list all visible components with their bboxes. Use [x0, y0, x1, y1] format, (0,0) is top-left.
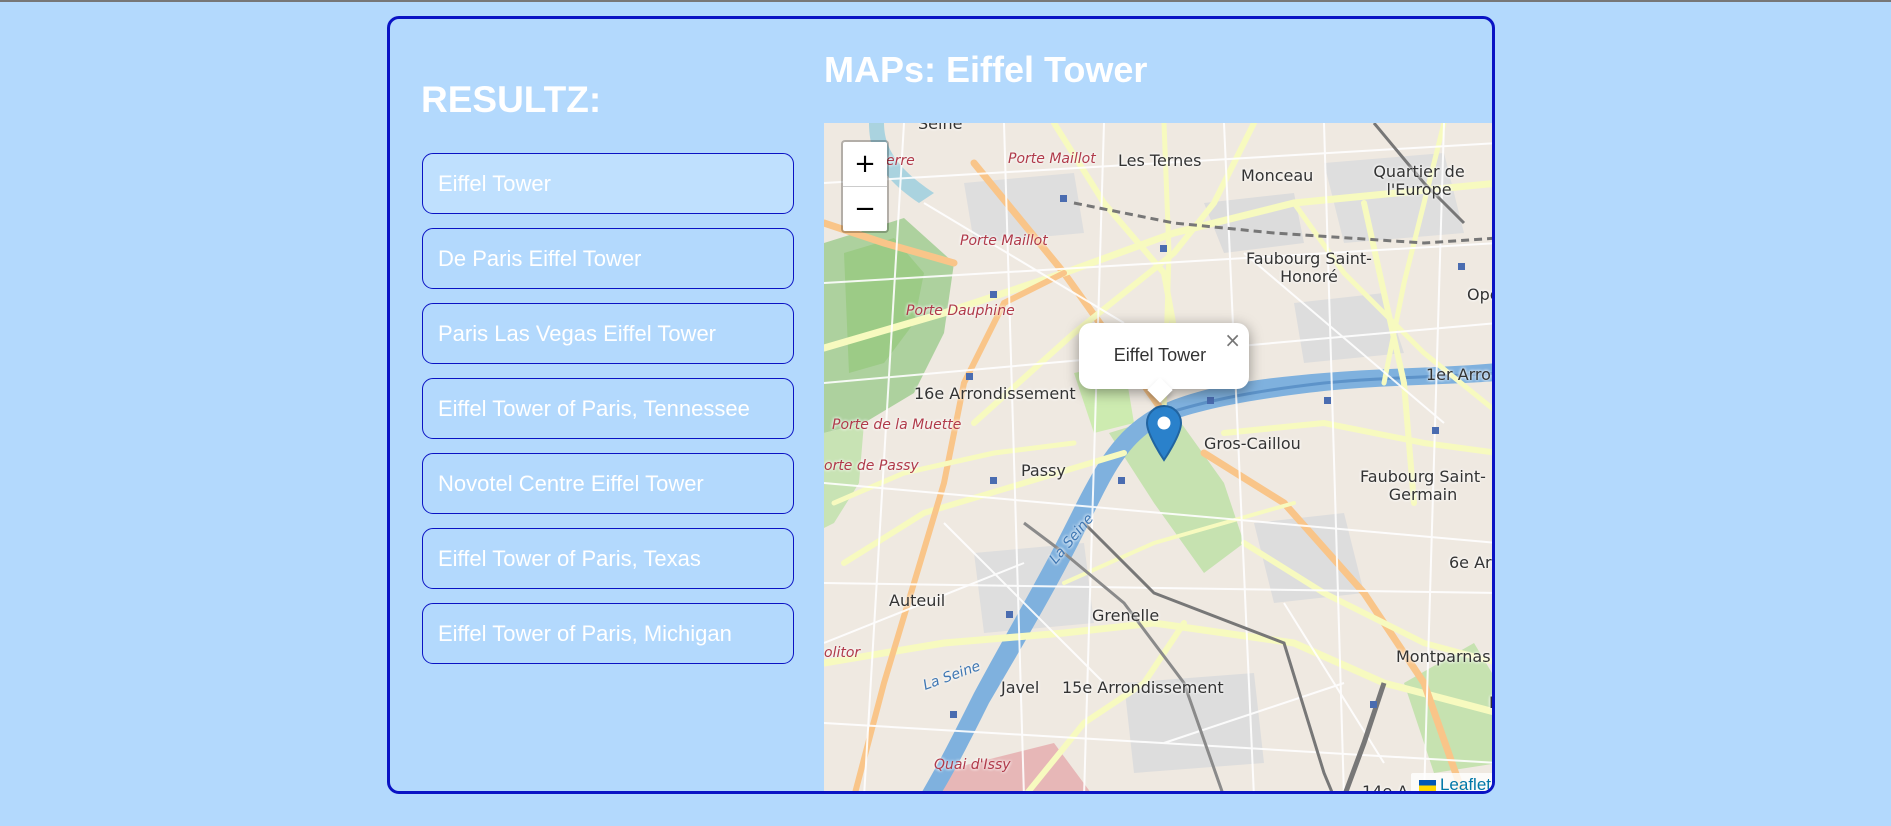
map-label-quartier-europe: Quartier de l'Europe — [1373, 162, 1465, 200]
leaflet-attribution-link[interactable]: Leaflet — [1410, 773, 1492, 794]
zoom-control: + − — [841, 140, 889, 233]
result-item-eiffel-tower[interactable]: Eiffel Tower — [422, 153, 794, 214]
map-label-auteuil: Auteuil — [889, 591, 946, 610]
map-label-javel: Javel — [1001, 678, 1040, 697]
map-label-faubourg-st-germain: Faubourg Saint-Germain — [1360, 467, 1486, 505]
result-item-de-paris-eiffel-tower[interactable]: De Paris Eiffel Tower — [422, 228, 794, 289]
ukraine-flag-icon — [1418, 780, 1436, 791]
map-heading: MAPs: Eiffel Tower — [824, 49, 1148, 90]
result-item-paris-las-vegas-eiffel-tower[interactable]: Paris Las Vegas Eiffel Tower — [422, 303, 794, 364]
attribution-text: Leaflet — [1439, 775, 1491, 794]
map-label-passy: Passy — [1021, 461, 1066, 480]
result-item-eiffel-tower-tennessee[interactable]: Eiffel Tower of Paris, Tennessee — [422, 378, 794, 439]
results-heading: RESULTZ: — [421, 79, 602, 120]
map-label-seine: Seine — [918, 123, 963, 133]
top-border-line — [0, 0, 1891, 2]
map-label-porte-maillot-2: Porte Maillot — [960, 233, 1048, 249]
map-label-monceau: Monceau — [1241, 166, 1314, 185]
result-item-novotel-centre-eiffel-tower[interactable]: Novotel Centre Eiffel Tower — [422, 453, 794, 514]
zoom-out-button[interactable]: − — [843, 187, 887, 231]
map-label-faubourg-st-honore: Faubourg Saint-Honoré — [1246, 249, 1372, 287]
map-label-porte-maillot: Porte Maillot — [1008, 151, 1096, 167]
main-card: RESULTZ: Eiffel Tower De Paris Eiffel To… — [387, 16, 1495, 794]
map-label-porte-passy: orte de Passy — [824, 458, 919, 474]
popup-text: Eiffel Tower — [1113, 345, 1207, 365]
map-label-15e-arr: 15e Arrondissement — [1062, 678, 1224, 697]
map-label-16e-arr: 16e Arrondissement — [914, 384, 1076, 403]
map-label-porte-dauphine: Porte Dauphine — [906, 303, 1015, 319]
map-label-f-edge: F — [1489, 693, 1492, 712]
map-label-6e-arr: 6e Arrond — [1449, 553, 1492, 572]
map-view[interactable]: Seine erre Porte Maillot Les Ternes Monc… — [824, 123, 1492, 794]
map-label-erre: erre — [886, 153, 915, 169]
map-label-quai-issy: Quai d'Issy — [934, 757, 1011, 773]
map-label-1er-arr: 1er Arro — [1426, 365, 1491, 384]
map-label-grenelle: Grenelle — [1092, 606, 1160, 625]
map-label-ope: Ope — [1467, 285, 1492, 304]
popup-close-icon[interactable]: × — [1224, 330, 1241, 350]
map-label-montparnasse: Montparnas — [1396, 647, 1491, 666]
map-label-olitor: olitor — [824, 645, 861, 661]
marker-popup: Eiffel Tower × — [1079, 323, 1249, 403]
result-item-eiffel-tower-texas[interactable]: Eiffel Tower of Paris, Texas — [422, 528, 794, 589]
map-label-gros-caillou: Gros-Caillou — [1204, 434, 1301, 453]
result-item-eiffel-tower-michigan[interactable]: Eiffel Tower of Paris, Michigan — [422, 603, 794, 664]
zoom-in-button[interactable]: + — [843, 142, 887, 187]
map-label-les-ternes: Les Ternes — [1118, 151, 1202, 170]
results-list: Eiffel Tower De Paris Eiffel Tower Paris… — [422, 153, 794, 678]
map-label-porte-muette: Porte de la Muette — [832, 417, 962, 433]
map-label-14e-arr: 14e A — [1362, 782, 1409, 794]
